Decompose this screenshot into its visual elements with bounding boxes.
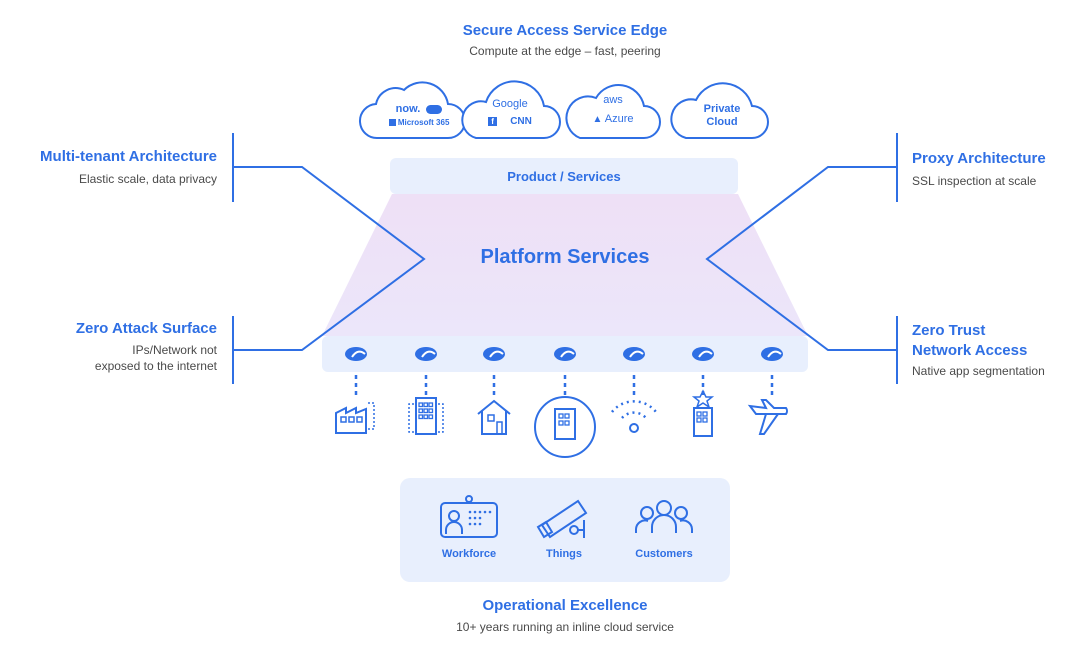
ops-item-customers: Customers [635,548,693,560]
ops-item-workforce: Workforce [441,548,497,560]
camera-icon [536,499,588,539]
operational-excellence-title: Operational Excellence [482,597,648,614]
operational-excellence-subtitle: 10+ years running an inline cloud servic… [456,620,674,634]
badge-icon [440,495,498,538]
operations-icons [440,495,693,539]
ops-item-things: Things [545,548,583,560]
users-icon [635,500,693,533]
